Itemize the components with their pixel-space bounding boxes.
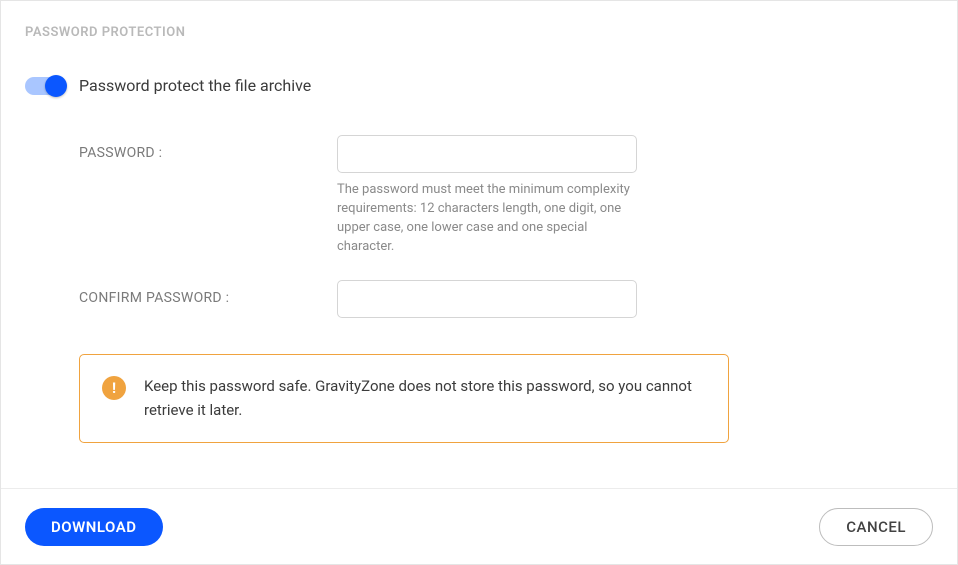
confirm-password-input[interactable]	[337, 280, 637, 318]
section-title: PASSWORD PROTECTION	[25, 25, 933, 40]
password-help-text: The password must meet the minimum compl…	[337, 181, 637, 256]
cancel-button[interactable]: CANCEL	[819, 508, 933, 546]
confirm-password-field-col	[337, 280, 637, 318]
warning-text: Keep this password safe. GravityZone doe…	[144, 375, 706, 422]
exclamation-icon: !	[102, 376, 126, 400]
confirm-password-row: CONFIRM PASSWORD :	[79, 280, 933, 318]
password-input[interactable]	[337, 135, 637, 173]
password-row: PASSWORD : The password must meet the mi…	[79, 135, 933, 256]
warning-alert: ! Keep this password safe. GravityZone d…	[79, 354, 729, 443]
password-protect-toggle-label: Password protect the file archive	[79, 76, 311, 95]
password-label: PASSWORD :	[79, 135, 317, 161]
toggle-row: Password protect the file archive	[25, 76, 933, 95]
form-block: PASSWORD : The password must meet the mi…	[79, 135, 933, 318]
footer: DOWNLOAD CANCEL	[1, 488, 957, 564]
content-area: PASSWORD PROTECTION Password protect the…	[1, 1, 957, 488]
download-button[interactable]: DOWNLOAD	[25, 508, 163, 546]
confirm-password-label: CONFIRM PASSWORD :	[79, 280, 317, 306]
password-protect-toggle[interactable]	[25, 77, 65, 95]
password-field-col: The password must meet the minimum compl…	[337, 135, 637, 256]
